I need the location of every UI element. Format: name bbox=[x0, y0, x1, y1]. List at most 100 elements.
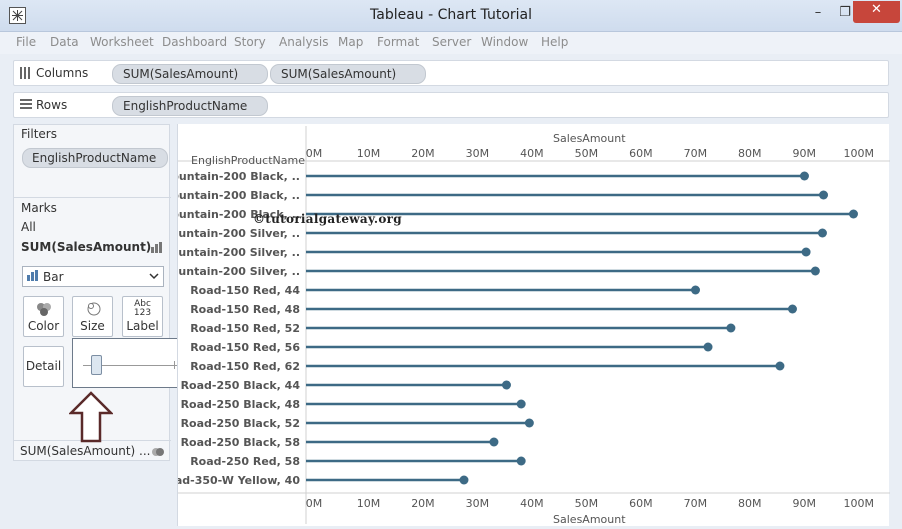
size-button[interactable]: Size bbox=[72, 296, 113, 337]
chart-area: SalesAmount SalesAmount EnglishProductName… bbox=[177, 124, 890, 526]
lollipop-dot bbox=[501, 380, 511, 390]
lollipop-dot bbox=[801, 247, 811, 257]
columns-pill-1[interactable]: SUM(SalesAmount) bbox=[112, 64, 268, 84]
lollipop-dot bbox=[691, 285, 701, 295]
window-title: Tableau - Chart Tutorial bbox=[370, 7, 532, 23]
lollipop-chart: SalesAmount SalesAmount EnglishProductName… bbox=[178, 126, 890, 526]
menu-window[interactable]: Window bbox=[481, 35, 528, 49]
menu-data[interactable]: Data bbox=[50, 35, 79, 49]
lollipop-dot bbox=[775, 361, 785, 371]
filter-pill[interactable]: EnglishProductName bbox=[22, 148, 168, 168]
lollipop-dot bbox=[516, 399, 526, 409]
row-label: Road-150 Red, 62 bbox=[190, 360, 300, 373]
x-tick-label-top: 100M bbox=[844, 147, 875, 160]
x-axis-title-top: SalesAmount bbox=[553, 132, 626, 145]
row-label: Road-250 Black, 44 bbox=[181, 379, 301, 392]
x-tick-label-bottom: 20M bbox=[411, 497, 435, 510]
menu-bar: File Data Worksheet Dashboard Story Anal… bbox=[0, 32, 902, 54]
x-tick-label-top: 20M bbox=[411, 147, 435, 160]
x-tick-label-bottom: 10M bbox=[357, 497, 381, 510]
menu-map[interactable]: Map bbox=[338, 35, 363, 49]
mark-type-dropdown[interactable]: Bar bbox=[22, 266, 164, 287]
x-tick-label-top: 30M bbox=[466, 147, 490, 160]
row-label: Road-250 Black, 48 bbox=[181, 398, 300, 411]
columns-shelf[interactable]: Columns SUM(SalesAmount) SUM(SalesAmount… bbox=[13, 60, 889, 86]
columns-pill-2[interactable]: SUM(SalesAmount) bbox=[270, 64, 426, 84]
row-label: Road-350-W Yellow, 40 bbox=[178, 474, 300, 487]
x-tick-label-top: 50M bbox=[575, 147, 599, 160]
mark-type-value: Bar bbox=[43, 270, 64, 284]
menu-help[interactable]: Help bbox=[541, 35, 568, 49]
row-header: EnglishProductName bbox=[191, 154, 305, 167]
lollipop-dot bbox=[799, 171, 809, 181]
row-label: Mountain-200 Silver, .. bbox=[178, 265, 300, 278]
menu-dashboard[interactable]: Dashboard bbox=[162, 35, 227, 49]
marks-measure[interactable]: SUM(SalesAmount) bbox=[21, 240, 151, 254]
row-label: Mountain-200 Silver, .. bbox=[178, 246, 300, 259]
lollipop-dot bbox=[848, 209, 858, 219]
row-label: Road-150 Red, 56 bbox=[190, 341, 300, 354]
row-label: Mountain-200 Black, .. bbox=[178, 170, 300, 183]
detail-label: Detail bbox=[25, 359, 62, 373]
x-tick-label-bottom: 80M bbox=[738, 497, 762, 510]
up-arrow-icon bbox=[67, 391, 115, 446]
x-tick-label-bottom: 40M bbox=[520, 497, 544, 510]
title-bar: Tableau - Chart Tutorial – ❐ ✕ bbox=[0, 0, 902, 32]
x-tick-label-bottom: 0M bbox=[306, 497, 323, 510]
x-tick-label-bottom: 30M bbox=[466, 497, 490, 510]
color-icon bbox=[36, 302, 52, 319]
lollipop-dot bbox=[459, 475, 469, 485]
rows-shelf[interactable]: Rows EnglishProductName bbox=[13, 92, 889, 118]
rows-icon bbox=[20, 99, 32, 113]
divider bbox=[14, 197, 171, 198]
lollipop-dot bbox=[489, 437, 499, 447]
rows-label: Rows bbox=[36, 98, 68, 112]
lollipop-dot bbox=[787, 304, 797, 314]
row-label: Road-150 Red, 48 bbox=[190, 303, 300, 316]
rows-pill[interactable]: EnglishProductName bbox=[112, 96, 268, 116]
detail-button[interactable]: Detail bbox=[23, 346, 64, 387]
marks-all[interactable]: All bbox=[21, 220, 36, 234]
row-label: Road-250 Black, 58 bbox=[181, 436, 300, 449]
color-button[interactable]: Color bbox=[23, 296, 64, 337]
lollipop-dot bbox=[810, 266, 820, 276]
menu-worksheet[interactable]: Worksheet bbox=[90, 35, 154, 49]
label-label: Label bbox=[126, 319, 159, 333]
columns-icon bbox=[20, 67, 31, 82]
lollipop-dot bbox=[516, 456, 526, 466]
circle-mark-icon bbox=[151, 446, 165, 460]
lollipop-dot bbox=[703, 342, 713, 352]
menu-format[interactable]: Format bbox=[377, 35, 419, 49]
row-label: Road-250 Black, 52 bbox=[181, 417, 300, 430]
x-tick-label-bottom: 100M bbox=[844, 497, 875, 510]
marks-title: Marks bbox=[21, 201, 57, 215]
size-slider-thumb[interactable] bbox=[90, 355, 102, 375]
dropdown-chevron-icon bbox=[149, 270, 159, 284]
label-button[interactable]: Abc 123 Label bbox=[122, 296, 163, 337]
x-axis-title-bottom: SalesAmount bbox=[553, 513, 626, 526]
x-tick-label-bottom: 70M bbox=[684, 497, 708, 510]
close-button[interactable]: ✕ bbox=[853, 1, 900, 23]
bar-chart-icon bbox=[151, 242, 163, 256]
x-tick-label-top: 0M bbox=[306, 147, 323, 160]
x-tick-label-top: 40M bbox=[520, 147, 544, 160]
color-label: Color bbox=[27, 319, 60, 333]
filters-title: Filters bbox=[21, 127, 57, 141]
lollipop-dot bbox=[524, 418, 534, 428]
columns-label: Columns bbox=[36, 66, 89, 80]
menu-story[interactable]: Story bbox=[234, 35, 266, 49]
menu-analysis[interactable]: Analysis bbox=[279, 35, 328, 49]
x-tick-label-bottom: 90M bbox=[793, 497, 817, 510]
x-tick-label-top: 80M bbox=[738, 147, 762, 160]
x-tick-label-top: 90M bbox=[793, 147, 817, 160]
size-slider-tick bbox=[174, 361, 175, 369]
row-label: Road-150 Red, 44 bbox=[190, 284, 300, 297]
x-tick-label-bottom: 60M bbox=[629, 497, 653, 510]
marks-footer-label: SUM(SalesAmount) ... bbox=[20, 444, 151, 458]
lollipop-dot bbox=[726, 323, 736, 333]
menu-file[interactable]: File bbox=[16, 35, 36, 49]
row-label: Mountain-200 Black, .. bbox=[178, 189, 300, 202]
row-label: Road-150 Red, 52 bbox=[190, 322, 300, 335]
minimize-button[interactable]: – bbox=[803, 4, 833, 24]
menu-server[interactable]: Server bbox=[432, 35, 471, 49]
